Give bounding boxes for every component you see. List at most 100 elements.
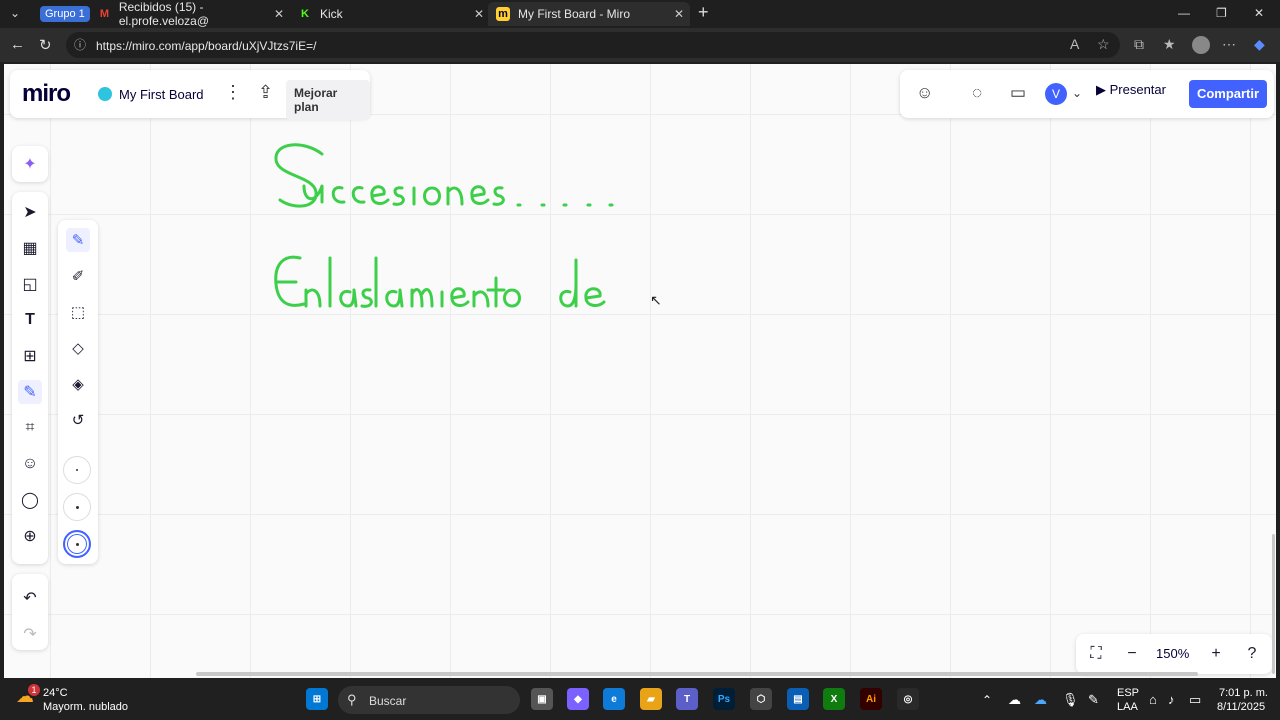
export-icon[interactable]: ⇪ <box>258 82 273 103</box>
shapes-icon[interactable]: ⊞ <box>18 344 42 368</box>
miro-board-canvas[interactable]: miro My First Board ⋮ ⇪ Mejorar plan ☺ ◌… <box>4 64 1276 678</box>
extensions-icon[interactable]: ⧉ <box>1134 36 1144 53</box>
mouse-cursor-icon: ↖ <box>650 292 662 308</box>
copilot-icon[interactable]: ◆ <box>1254 36 1265 53</box>
upgrade-button[interactable]: Mejorar plan <box>286 80 370 120</box>
weather-temp[interactable]: 24°C <box>43 687 68 699</box>
ink-strokes <box>274 143 614 308</box>
highlighter-icon[interactable]: ✐ <box>66 264 90 288</box>
undo-icon[interactable]: ↶ <box>18 586 42 610</box>
reactions-icon[interactable]: ☺ <box>916 83 933 103</box>
edge-icon[interactable]: e <box>603 688 625 710</box>
clock-time[interactable]: 7:01 p. m. <box>1219 687 1268 699</box>
stroke-size-large[interactable] <box>63 530 91 558</box>
avatar[interactable]: V <box>1045 83 1067 105</box>
ai-sparkle-icon[interactable]: ✦ <box>18 152 42 176</box>
frame-icon[interactable]: ⌗ <box>18 416 42 440</box>
lasso-icon[interactable]: ↺ <box>66 408 90 432</box>
back-icon[interactable]: ← <box>10 36 25 53</box>
select-icon[interactable]: ➤ <box>18 200 42 224</box>
store-icon[interactable]: ▤ <box>787 688 809 710</box>
volume-icon[interactable]: ♪ <box>1168 692 1175 707</box>
eraser-icon[interactable]: ◇ <box>66 336 90 360</box>
url-text[interactable]: https://miro.com/app/board/uXjVJtzs7iE=/ <box>96 39 316 53</box>
templates-icon[interactable]: ▦ <box>18 236 42 260</box>
comment-icon[interactable]: ◯ <box>18 488 42 512</box>
new-tab-icon[interactable]: + <box>698 2 709 23</box>
zoom-level[interactable]: 150% <box>1156 646 1189 661</box>
tab-gmail[interactable]: M Recibidos (15) - el.profe.veloza@ ✕ <box>90 0 290 28</box>
zoom-out-icon[interactable]: − <box>1120 642 1144 666</box>
chevron-up-icon[interactable]: ⌃ <box>982 693 992 707</box>
search-icon: ⚲ <box>347 692 357 707</box>
favorites-icon[interactable]: ★ <box>1163 36 1176 53</box>
windows-start-icon[interactable]: ⊞ <box>306 688 328 710</box>
share-button[interactable]: Compartir <box>1189 80 1267 108</box>
onedrive-blue-icon[interactable]: ☁ <box>1034 692 1047 708</box>
miro-logo[interactable]: miro <box>22 80 71 108</box>
smart-draw-icon[interactable]: ⬚ <box>66 300 90 324</box>
chevron-down-icon[interactable]: ⌄ <box>1072 86 1082 100</box>
file-explorer-icon[interactable]: ▰ <box>640 688 662 710</box>
horizontal-scrollbar[interactable] <box>196 672 1198 676</box>
video-icon[interactable]: ▭ <box>1010 83 1026 103</box>
minimize-icon[interactable]: — <box>1178 6 1190 20</box>
help-icon[interactable]: ? <box>1240 642 1264 666</box>
text-icon[interactable]: T <box>18 308 42 332</box>
read-aloud-icon[interactable]: A <box>1070 36 1079 52</box>
ai-panel: ✦ <box>12 146 48 182</box>
close-icon[interactable]: ✕ <box>474 7 484 21</box>
copilot-app-icon[interactable]: ◆ <box>567 688 589 710</box>
onedrive-icon[interactable]: ☁ <box>1008 692 1021 708</box>
stroke-size-medium[interactable] <box>63 493 91 521</box>
clock-date[interactable]: 8/11/2025 <box>1217 701 1265 713</box>
reload-icon[interactable]: ↻ <box>39 36 52 54</box>
app-icon[interactable]: ⬡ <box>750 688 772 710</box>
add-more-icon[interactable]: ⊕ <box>18 524 42 548</box>
profile-icon[interactable] <box>1192 36 1210 54</box>
object-eraser-icon[interactable]: ◈ <box>66 372 90 396</box>
teams-icon[interactable]: T <box>676 688 698 710</box>
close-icon[interactable]: ✕ <box>274 7 284 21</box>
weather-desc[interactable]: Mayorm. nublado <box>43 701 128 713</box>
board-title[interactable]: My First Board <box>119 87 204 102</box>
board-menu-icon[interactable]: ⋮ <box>224 82 242 103</box>
stroke-size-small[interactable] <box>63 456 91 484</box>
freehand-drawing[interactable] <box>4 64 1276 678</box>
xbox-icon[interactable]: X <box>823 688 845 710</box>
tab-list-icon[interactable]: ⌄ <box>10 6 20 20</box>
tab-group-chip[interactable]: Grupo 1 <box>40 6 90 22</box>
pen-icon[interactable]: ✎ <box>1088 692 1099 708</box>
photoshop-icon[interactable]: Ps <box>713 688 735 710</box>
close-window-icon[interactable]: ✕ <box>1254 6 1264 20</box>
sticker-icon[interactable]: ☺ <box>18 452 42 476</box>
pen-icon[interactable]: ✎ <box>18 380 42 404</box>
more-icon[interactable]: ⋯ <box>1222 36 1236 53</box>
favorite-star-icon[interactable]: ☆ <box>1097 36 1110 53</box>
pen-tool-icon[interactable]: ✎ <box>66 228 90 252</box>
task-view-icon[interactable]: ▣ <box>531 688 553 710</box>
main-toolbar: ➤ ▦ ◱ T ⊞ ✎ ⌗ ☺ ◯ ⊕ <box>12 192 48 564</box>
site-info-icon[interactable]: ⓘ <box>74 36 86 53</box>
close-icon[interactable]: ✕ <box>674 7 684 21</box>
tab-kick[interactable]: K Kick ✕ <box>290 2 490 26</box>
taskbar-search[interactable] <box>338 686 520 714</box>
chat-icon[interactable]: ◌ <box>972 83 982 103</box>
tab-miro[interactable]: m My First Board - Miro ✕ <box>488 2 690 26</box>
wifi-icon[interactable]: ⌂ <box>1149 692 1157 707</box>
microphone-icon[interactable]: 🎙 <box>1062 692 1079 708</box>
notification-badge: 1 <box>28 684 40 696</box>
present-button[interactable]: ▶ Presentar <box>1096 82 1166 98</box>
maximize-icon[interactable]: ❐ <box>1216 6 1227 20</box>
vertical-scrollbar[interactable] <box>1272 534 1275 674</box>
fit-screen-icon[interactable]: ⛶ <box>1084 642 1108 666</box>
battery-icon[interactable]: ▭ <box>1189 692 1201 708</box>
language-line1[interactable]: ESP <box>1117 687 1139 699</box>
sticky-note-icon[interactable]: ◱ <box>18 272 42 296</box>
illustrator-icon[interactable]: Ai <box>860 688 882 710</box>
zoom-in-icon[interactable]: + <box>1204 642 1228 666</box>
redo-icon[interactable]: ↷ <box>18 622 42 646</box>
app-icon-2[interactable]: ◎ <box>897 688 919 710</box>
language-line2[interactable]: LAA <box>1117 701 1138 713</box>
search-label: Buscar <box>369 694 407 708</box>
